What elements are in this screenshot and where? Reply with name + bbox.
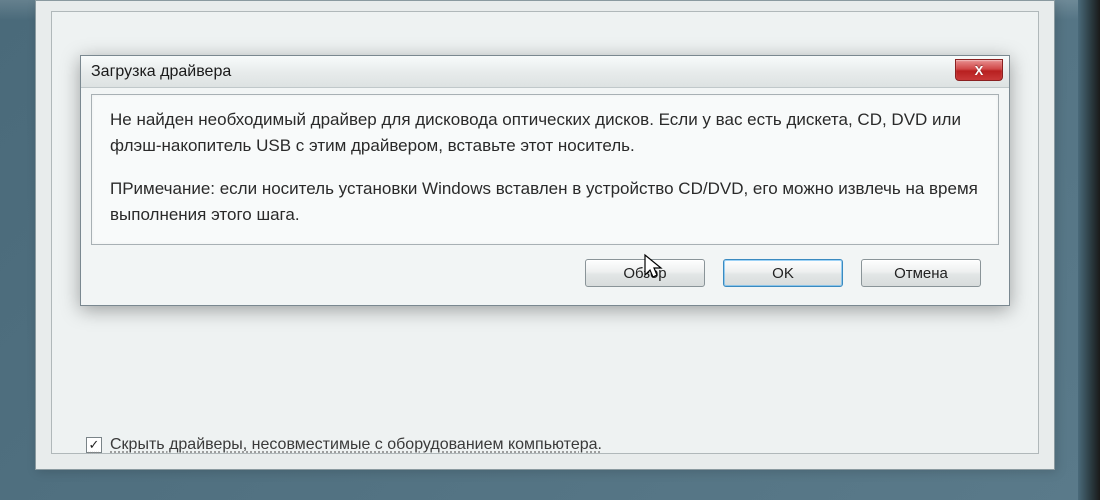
message-paragraph-2: ПРимечание: если носитель установки Wind… xyxy=(110,176,980,229)
hide-incompatible-row[interactable]: ✓ Скрыть драйверы, несовместимые с обору… xyxy=(86,436,602,454)
close-icon: X xyxy=(975,63,984,78)
cancel-button[interactable]: Отмена xyxy=(861,259,981,287)
close-button[interactable]: X xyxy=(955,59,1003,81)
button-row: Обзор OK Отмена xyxy=(91,245,999,291)
message-paragraph-1: Не найден необходимый драйвер для дисков… xyxy=(110,107,980,160)
message-panel: Не найден необходимый драйвер для дисков… xyxy=(91,94,999,245)
dialog-titlebar[interactable]: Загрузка драйвера X xyxy=(81,56,1009,88)
driver-load-dialog: Загрузка драйвера X Не найден необходимы… xyxy=(80,55,1010,306)
dialog-title: Загрузка драйвера xyxy=(91,63,231,81)
ok-button[interactable]: OK xyxy=(723,259,843,287)
hide-incompatible-label: Скрыть драйверы, несовместимые с оборудо… xyxy=(110,436,602,454)
hide-incompatible-checkbox[interactable]: ✓ xyxy=(86,437,102,453)
dialog-body: Не найден необходимый драйвер для дисков… xyxy=(81,88,1009,305)
browse-button[interactable]: Обзор xyxy=(585,259,705,287)
monitor-bezel xyxy=(1078,0,1100,500)
